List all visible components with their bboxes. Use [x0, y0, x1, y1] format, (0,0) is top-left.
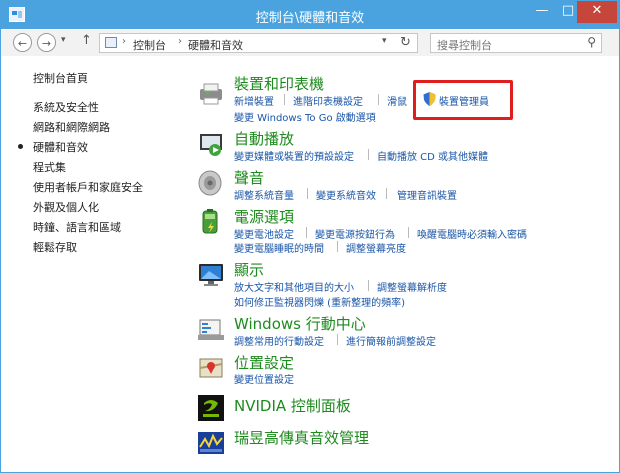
speaker-icon[interactable]	[197, 169, 225, 197]
link-autoplay-cd[interactable]: 自動播放 CD 或其他媒體	[377, 148, 488, 163]
link-mouse[interactable]: 滑鼠	[387, 93, 407, 108]
sidebar-item-label: 硬體和音效	[33, 141, 88, 154]
link-divider	[307, 188, 308, 199]
link-screen-resolution[interactable]: 調整螢幕解析度	[377, 279, 447, 294]
link-add-device[interactable]: 新增裝置	[234, 93, 274, 108]
printer-icon[interactable]	[197, 80, 225, 108]
nvidia-icon[interactable]	[197, 394, 225, 422]
sidebar-item-ease-of-access[interactable]: 輕鬆存取	[33, 239, 77, 255]
search-box[interactable]: 搜尋控制台 ⚲	[430, 33, 602, 53]
link-battery-settings[interactable]: 變更電池設定	[234, 226, 294, 241]
back-button[interactable]: ←	[13, 33, 32, 52]
up-button[interactable]: ↑	[81, 33, 92, 48]
link-text-size[interactable]: 放大文字和其他項目的大小	[234, 279, 354, 294]
address-bar[interactable]: › 控制台 › 硬體和音效 ▾ ↻	[99, 33, 418, 53]
link-divider	[378, 94, 379, 105]
link-adjust-volume[interactable]: 調整系統音量	[234, 187, 294, 202]
link-change-location-settings[interactable]: 變更位置設定	[234, 371, 294, 386]
link-change-sounds[interactable]: 變更系統音效	[316, 187, 376, 202]
link-divider	[368, 280, 369, 291]
minimize-button[interactable]: —	[528, 1, 556, 23]
recent-locations-dropdown[interactable]: ▾	[61, 35, 66, 45]
link-divider	[337, 334, 338, 345]
link-monitor-flicker[interactable]: 如何修正監視器閃爍 (重新整理的頻率)	[234, 294, 405, 309]
autoplay-icon[interactable]	[197, 130, 225, 158]
sidebar-item-user-accounts[interactable]: 使用者帳戶和家庭安全	[33, 179, 143, 195]
forward-button[interactable]: →	[37, 33, 56, 52]
link-mobility-settings[interactable]: 調整常用的行動設定	[234, 333, 324, 348]
control-panel-window: 控制台\硬體和音效 — □ ✕ ← → ▾ ↑ › 控制台 › 硬體和音效 ▾ …	[0, 0, 620, 473]
breadcrumb-hardware-sound[interactable]: 硬體和音效	[188, 37, 243, 53]
category-location-settings[interactable]: 位置設定	[234, 352, 294, 373]
link-divider	[368, 149, 369, 160]
link-screen-brightness[interactable]: 調整螢幕亮度	[346, 240, 406, 255]
address-dropdown-icon[interactable]: ▾	[382, 36, 387, 46]
breadcrumb-control-panel[interactable]: 控制台	[133, 37, 166, 53]
highlight-box	[413, 80, 513, 120]
link-divider	[408, 227, 409, 238]
sidebar-item-network[interactable]: 網路和網際網路	[33, 119, 110, 135]
sidebar-item-clock-language[interactable]: 時鐘、語言和區域	[33, 219, 121, 235]
category-realtek-audio-manager[interactable]: 瑞昱高傳真音效管理	[234, 427, 369, 448]
battery-icon[interactable]	[197, 208, 225, 236]
category-devices-printers[interactable]: 裝置和印表機	[234, 73, 324, 94]
mobility-center-icon[interactable]	[197, 316, 225, 344]
realtek-audio-icon[interactable]	[197, 429, 225, 457]
sidebar-item-hardware-sound: 硬體和音效	[18, 139, 88, 155]
link-divider	[337, 241, 338, 252]
sidebar-item-appearance[interactable]: 外觀及個人化	[33, 199, 99, 215]
link-divider	[386, 188, 387, 199]
category-autoplay[interactable]: 自動播放	[234, 128, 294, 149]
category-display[interactable]: 顯示	[234, 259, 264, 280]
link-manage-audio-devices[interactable]: 管理音訊裝置	[397, 187, 457, 202]
link-require-password-on-wake[interactable]: 喚醒電腦時必須輸入密碼	[417, 226, 527, 241]
close-button[interactable]: ✕	[577, 1, 617, 23]
sidebar-item-programs[interactable]: 程式集	[33, 159, 66, 175]
link-sleep-time[interactable]: 變更電腦睡眠的時間	[234, 240, 324, 255]
location-icon[interactable]	[197, 354, 225, 382]
control-panel-crumb-icon	[105, 37, 117, 48]
link-divider	[306, 227, 307, 238]
monitor-icon[interactable]	[197, 261, 225, 289]
refresh-icon[interactable]: ↻	[400, 35, 411, 50]
link-windows-to-go[interactable]: 變更 Windows To Go 啟動選項	[234, 109, 376, 124]
category-sound[interactable]: 聲音	[234, 167, 264, 188]
sidebar-item-home[interactable]: 控制台首頁	[33, 70, 88, 86]
title-bar: 控制台\硬體和音效 — □ ✕	[1, 1, 619, 29]
link-advanced-printer-setup[interactable]: 進階印表機設定	[293, 93, 363, 108]
link-presentation-settings[interactable]: 進行簡報前調整設定	[346, 333, 436, 348]
window-title: 控制台\硬體和音效	[255, 11, 365, 26]
breadcrumb-separator-icon[interactable]: ›	[178, 36, 182, 47]
current-page-bullet-icon	[18, 144, 23, 149]
search-icon[interactable]: ⚲	[587, 35, 596, 49]
link-divider	[284, 94, 285, 105]
category-windows-mobility-center[interactable]: Windows 行動中心	[234, 313, 366, 334]
category-power-options[interactable]: 電源選項	[234, 206, 294, 227]
link-power-button-behavior[interactable]: 變更電源按鈕行為	[315, 226, 395, 241]
search-input[interactable]: 搜尋控制台	[437, 37, 492, 53]
sidebar-item-system-security[interactable]: 系統及安全性	[33, 99, 99, 115]
navigation-bar: ← → ▾ ↑ › 控制台 › 硬體和音效 ▾ ↻ 搜尋控制台 ⚲	[1, 30, 619, 56]
link-change-default-media[interactable]: 變更媒體或裝置的預設設定	[234, 148, 354, 163]
category-nvidia-control-panel[interactable]: NVIDIA 控制面板	[234, 395, 351, 416]
breadcrumb-separator-icon[interactable]: ›	[122, 36, 126, 47]
